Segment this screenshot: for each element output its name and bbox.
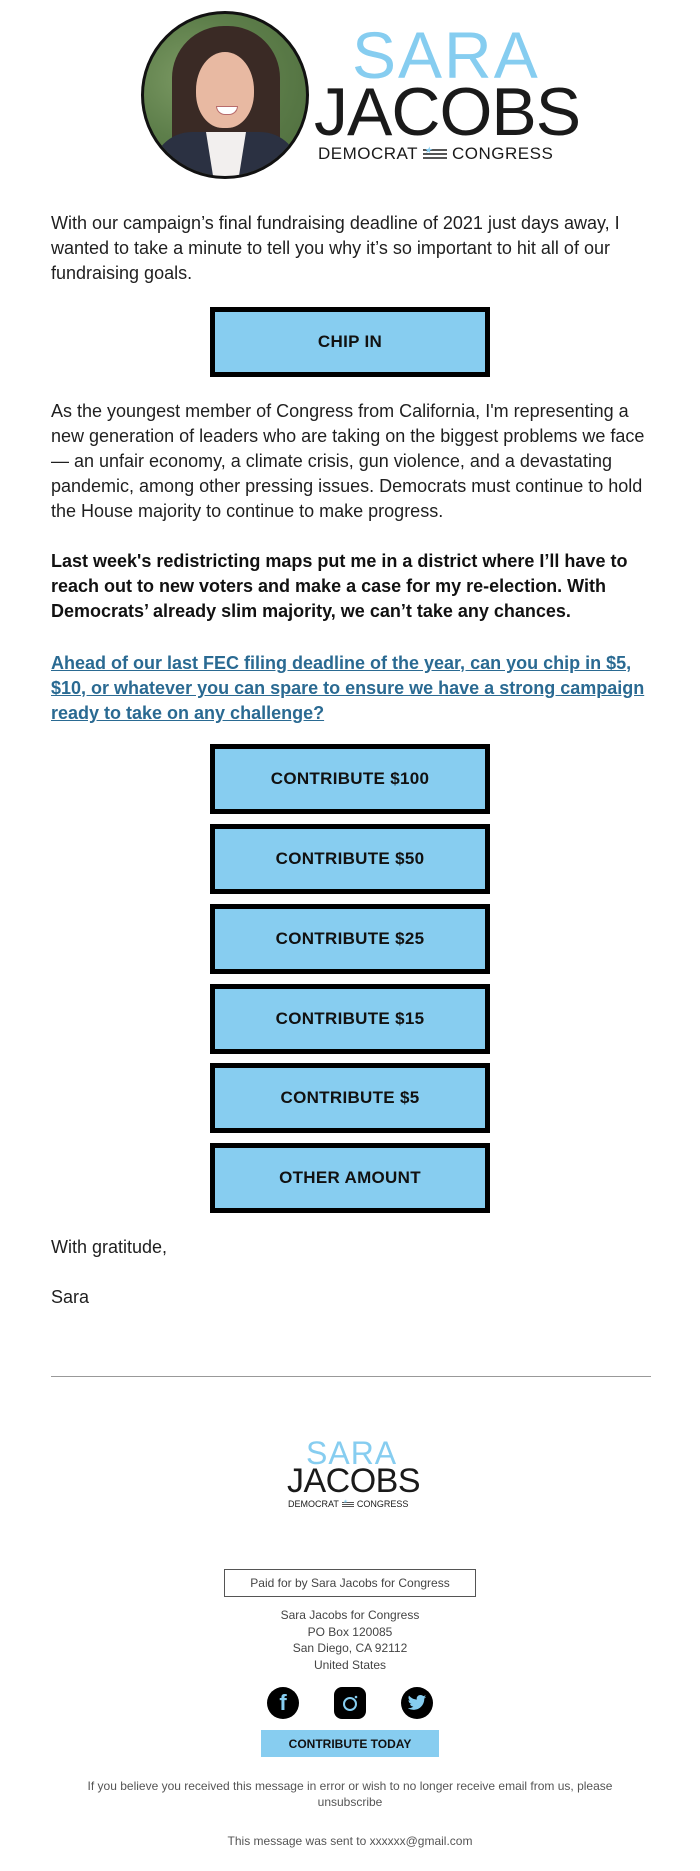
unsubscribe-link[interactable]: unsubscribe <box>318 1795 383 1809</box>
signature: Sara <box>51 1287 90 1307</box>
logo-tagline: DEMOCRAT ★ CONGRESS <box>318 145 553 162</box>
contribute-5-button[interactable]: CONTRIBUTE $5 <box>210 1063 490 1133</box>
facebook-icon[interactable]: f <box>267 1687 299 1719</box>
contribute-15-button[interactable]: CONTRIBUTE $15 <box>210 984 490 1054</box>
contribute-100-button[interactable]: CONTRIBUTE $100 <box>210 744 490 814</box>
address-line: PO Box 120085 <box>307 1624 393 1639</box>
paid-for-disclaimer: Paid for by Sara Jacobs for Congress <box>224 1569 476 1597</box>
body-paragraph: As the youngest member of Congress from … <box>51 401 645 521</box>
sent-to-notice: This message was sent to xxxxxx@gmail.co… <box>227 1834 473 1848</box>
flag-icon: ★ <box>341 1500 354 1507</box>
bold-paragraph: Last week's redistricting maps put me in… <box>51 551 628 621</box>
other-amount-button[interactable]: OTHER AMOUNT <box>210 1143 490 1213</box>
flag-icon: ★ <box>423 145 448 159</box>
contribute-today-button[interactable]: CONTRIBUTE TODAY <box>261 1730 439 1757</box>
logo-last-name: JACOBS <box>314 74 581 150</box>
footer-logo-last-name: JACOBS <box>287 1462 421 1500</box>
footer-logo-tagline: DEMOCRAT ★ CONGRESS <box>288 1500 408 1509</box>
mailing-address: Sara Jacobs for Congress PO Box 120085 S… <box>0 1607 700 1673</box>
address-line: Sara Jacobs for Congress <box>280 1608 420 1622</box>
closing: With gratitude, <box>51 1237 168 1257</box>
chip-in-button[interactable]: CHIP IN <box>210 307 490 377</box>
divider <box>51 1376 651 1377</box>
intro-paragraph: With our campaign’s final fundraising de… <box>51 213 620 283</box>
donation-link[interactable]: Ahead of our last FEC filing deadline of… <box>51 651 651 726</box>
unsubscribe-text: If you believe you received this message… <box>87 1779 613 1793</box>
instagram-icon[interactable] <box>334 1687 366 1719</box>
logo-tag-right: CONGRESS <box>452 144 554 163</box>
footer-tag-right: CONGRESS <box>356 1499 409 1509</box>
address-line: San Diego, CA 92112 <box>292 1641 408 1655</box>
address-line: United States <box>313 1657 387 1672</box>
footer-tag-left: DEMOCRAT <box>288 1499 339 1509</box>
contribute-25-button[interactable]: CONTRIBUTE $25 <box>210 904 490 974</box>
candidate-photo <box>141 11 309 179</box>
unsubscribe-notice: If you believe you received this message… <box>60 1778 640 1810</box>
contribute-50-button[interactable]: CONTRIBUTE $50 <box>210 824 490 894</box>
twitter-icon[interactable] <box>401 1687 433 1719</box>
logo-tag-left: DEMOCRAT <box>318 144 419 163</box>
